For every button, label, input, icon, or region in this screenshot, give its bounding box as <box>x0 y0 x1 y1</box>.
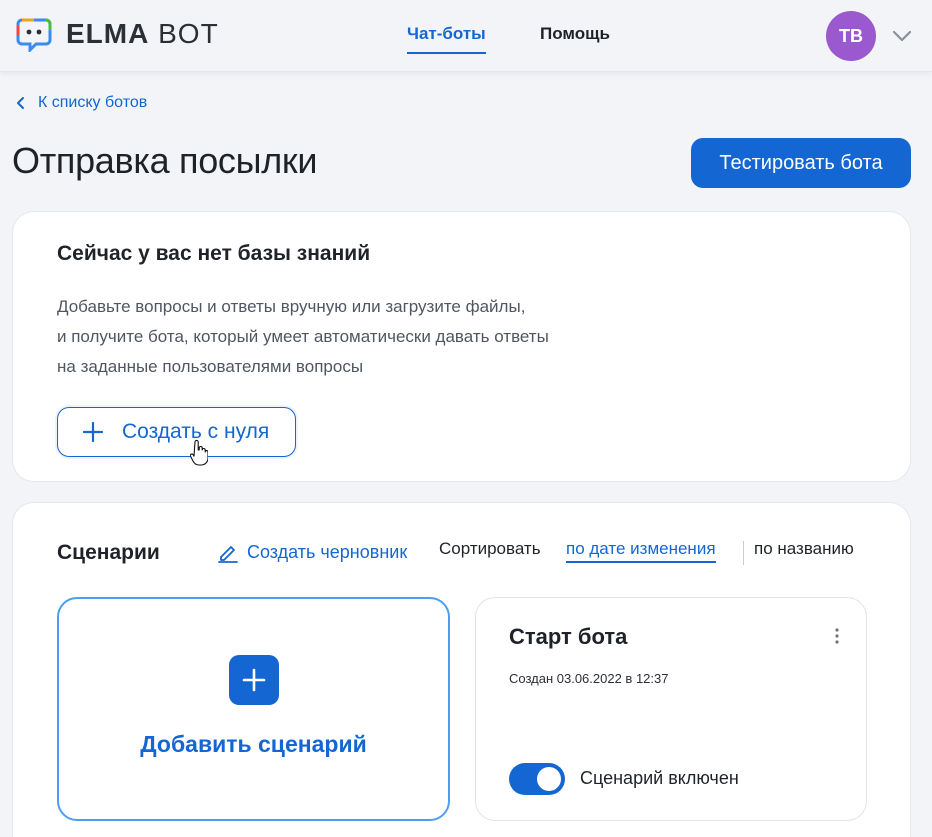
hand-cursor-icon <box>190 440 208 466</box>
nav-help[interactable]: Помощь <box>540 24 610 44</box>
nav-chatbots[interactable]: Чат-боты <box>407 24 486 54</box>
chevron-left-icon <box>17 97 24 109</box>
sort-by-date-option[interactable]: по дате изменения <box>566 539 716 563</box>
top-header: ELMA BOT Чат-боты Помощь TB <box>0 0 932 72</box>
avatar[interactable]: TB <box>826 11 876 61</box>
scenario-card[interactable]: Старт бота Создан 03.06.2022 в 12:37 Сце… <box>475 597 867 821</box>
create-draft-label: Создать черновник <box>247 541 408 562</box>
sort-by-name-option[interactable]: по названию <box>754 539 854 559</box>
add-scenario-label: Добавить сценарий <box>140 731 367 757</box>
plus-icon <box>242 668 266 692</box>
toggle-knob <box>537 767 561 791</box>
scenario-name: Старт бота <box>509 624 628 649</box>
elma-bot-logo-icon <box>16 18 52 52</box>
chevron-down-icon[interactable] <box>890 24 914 48</box>
back-to-bots-link[interactable]: К списку ботов <box>14 94 147 112</box>
logo-text-light: BOT <box>158 18 219 49</box>
sort-divider <box>743 541 744 565</box>
scenario-toggle-label: Сценарий включен <box>580 768 739 788</box>
test-bot-button[interactable]: Тестировать бота <box>691 138 911 188</box>
create-from-scratch-button[interactable]: Создать с нуля <box>57 407 296 457</box>
add-scenario-plus-button <box>229 655 279 705</box>
scenario-created-date: Создан 03.06.2022 в 12:37 <box>509 671 669 686</box>
description-line: на заданные пользователями вопросы <box>57 357 364 376</box>
pencil-icon <box>218 546 238 563</box>
logo-text: ELMA BOT <box>66 18 219 50</box>
create-draft-link[interactable]: Создать черновник <box>217 541 407 563</box>
knowledge-base-card: Сейчас у вас нет базы знаний Добавьте во… <box>12 211 911 482</box>
description-line: Добавьте вопросы и ответы вручную или за… <box>57 297 526 316</box>
description-line: и получите бота, который умеет автоматич… <box>57 327 549 346</box>
knowledge-base-title: Сейчас у вас нет базы знаний <box>57 242 371 265</box>
knowledge-base-description: Добавьте вопросы и ответы вручную или за… <box>57 292 657 382</box>
scenarios-title: Сценарии <box>57 541 160 564</box>
back-link-label: К списку ботов <box>38 94 148 111</box>
sort-label: Сортировать <box>439 539 541 558</box>
add-scenario-tile[interactable]: Добавить сценарий <box>57 597 450 821</box>
page-title: Отправка посылки <box>12 140 318 181</box>
scenario-enabled-toggle[interactable] <box>509 763 565 795</box>
logo[interactable]: ELMA BOT <box>16 14 219 54</box>
kebab-menu-icon[interactable] <box>832 626 842 646</box>
scenarios-card: Сценарии Создать черновник Сортировать п… <box>12 502 911 837</box>
plus-icon <box>82 421 104 443</box>
logo-text-bold: ELMA <box>66 18 150 49</box>
